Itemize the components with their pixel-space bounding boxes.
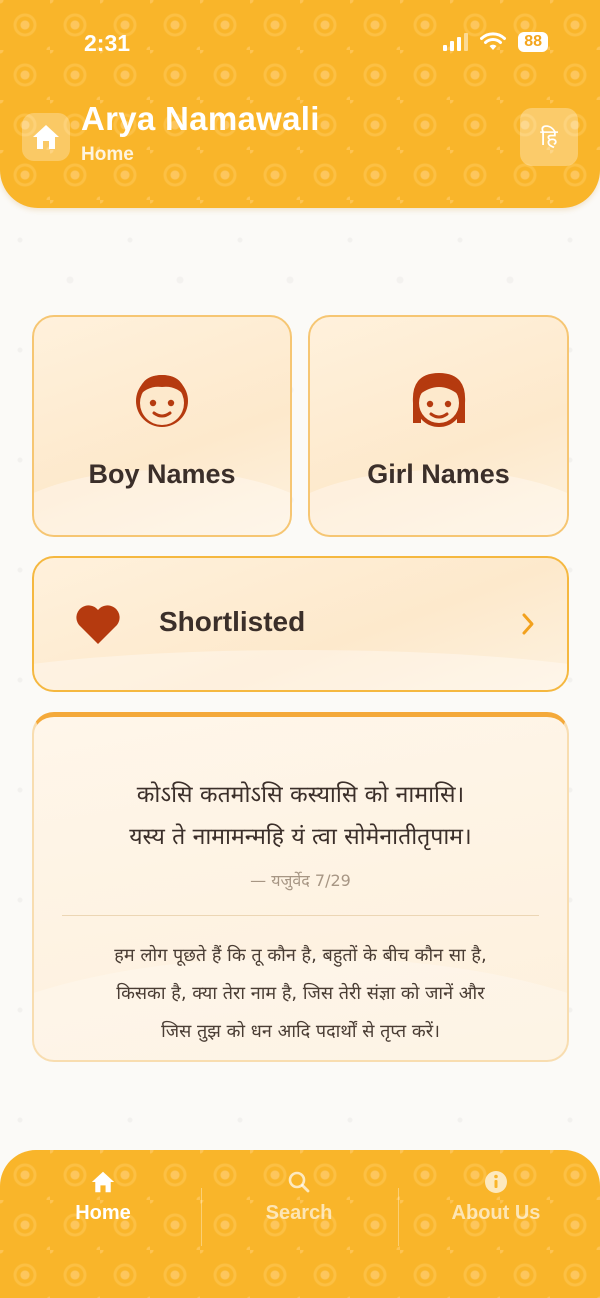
search-icon — [288, 1171, 310, 1193]
boy-names-card[interactable]: Boy Names — [32, 315, 292, 537]
girl-names-label: Girl Names — [367, 459, 510, 489]
divider — [62, 915, 539, 916]
status-icons: 88 — [443, 32, 548, 52]
info-icon — [485, 1171, 507, 1193]
shortlisted-label: Shortlisted — [159, 606, 306, 637]
nav-about[interactable]: About Us — [396, 1170, 596, 1225]
wifi-icon — [480, 32, 507, 50]
verse-line-2: यस्य ते नामामन्महि यं त्वा सोमेनातीतृपाम… — [129, 824, 472, 850]
verse-card: कोऽसि कतमोऽसि कस्यासि को नामासि। यस्य ते… — [32, 712, 569, 1062]
meaning-line: किसका है, क्या तेरा नाम है, जिस तेरी संज… — [116, 983, 485, 1004]
meaning-line: हम लोग पूछते हैं कि तू कौन है, बहुतों के… — [114, 945, 487, 966]
page-subtitle: Home — [81, 144, 134, 165]
verse-reference: — यजुर्वेद 7/29 — [250, 871, 351, 890]
shortlisted-card[interactable]: Shortlisted — [32, 556, 569, 692]
battery-indicator: 88 — [518, 32, 548, 52]
signal-icon — [443, 33, 469, 51]
heart-icon — [76, 605, 120, 644]
nav-home[interactable]: Home — [3, 1170, 203, 1225]
boy-face-icon — [136, 375, 188, 427]
nav-home-label: Home — [75, 1202, 131, 1224]
header-home-button[interactable] — [22, 113, 70, 161]
verse-meaning: हम लोग पूछते हैं कि तू कौन है, बहुतों के… — [60, 937, 541, 1051]
nav-search-label: Search — [265, 1202, 333, 1224]
girl-face-icon — [412, 373, 465, 427]
meaning-line: जिस तुझ को धन आदि पदार्थों से तृप्त करें… — [161, 1021, 440, 1042]
app-header: 2:31 88 Arya Namawali Home हि — [0, 0, 600, 208]
boy-names-label: Boy Names — [88, 459, 236, 489]
language-toggle-button[interactable]: हि — [520, 108, 578, 166]
app-title: Arya Namawali — [81, 100, 320, 137]
bottom-nav: Home Search About Us — [0, 1150, 600, 1298]
home-icon — [91, 1171, 115, 1193]
verse-line-1: कोऽसि कतमोऽसि कस्यासि को नामासि। — [136, 782, 465, 808]
status-time: 2:31 — [84, 30, 131, 56]
girl-names-card[interactable]: Girl Names — [308, 315, 569, 537]
nav-search[interactable]: Search — [199, 1170, 399, 1225]
nav-about-label: About Us — [451, 1202, 541, 1224]
home-icon — [33, 125, 59, 149]
chevron-right-icon — [522, 613, 534, 635]
